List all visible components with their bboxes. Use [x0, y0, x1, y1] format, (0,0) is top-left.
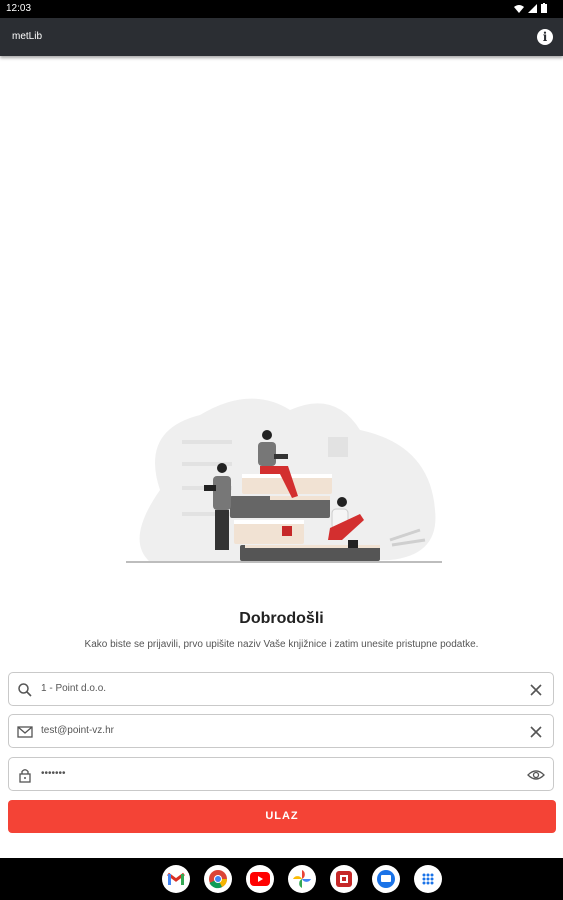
app-dock — [162, 865, 442, 893]
password-field[interactable]: ••••••• — [8, 757, 554, 791]
email-input[interactable]: test@point-vz.hr — [41, 725, 114, 736]
app-bar: metLib i — [0, 18, 563, 56]
chrome-icon[interactable] — [204, 865, 232, 893]
messages-icon[interactable] — [372, 865, 400, 893]
eye-icon[interactable] — [527, 766, 545, 784]
wifi-icon — [514, 4, 524, 13]
clear-icon[interactable] — [527, 681, 545, 699]
welcome-subtitle: Kako biste se prijavili, prvo upišite na… — [84, 639, 479, 650]
login-button[interactable]: ULAZ — [8, 800, 556, 833]
welcome-title: Dobrodošli — [239, 610, 324, 627]
mail-icon — [17, 726, 33, 738]
search-icon — [18, 683, 32, 697]
youtube-icon[interactable] — [246, 865, 274, 893]
library-search-field[interactable]: 1 - Point d.o.o. — [8, 672, 554, 706]
status-bar: 12:03 — [0, 0, 563, 18]
app-icon[interactable] — [330, 865, 358, 893]
gmail-icon[interactable] — [162, 865, 190, 893]
status-icons — [514, 3, 547, 13]
app-title: metLib — [12, 31, 43, 42]
password-input[interactable]: ••••••• — [41, 768, 66, 779]
lock-icon — [19, 769, 31, 783]
email-field[interactable]: test@point-vz.hr — [8, 714, 554, 748]
info-icon[interactable]: i — [537, 29, 553, 45]
library-input[interactable]: 1 - Point d.o.o. — [41, 683, 106, 694]
welcome-illustration — [120, 390, 450, 580]
signal-icon — [528, 3, 537, 13]
clear-icon[interactable] — [527, 723, 545, 741]
status-time: 12:03 — [6, 3, 32, 14]
photos-icon[interactable] — [288, 865, 316, 893]
battery-icon — [541, 3, 547, 13]
apps-grid-icon[interactable] — [414, 865, 442, 893]
